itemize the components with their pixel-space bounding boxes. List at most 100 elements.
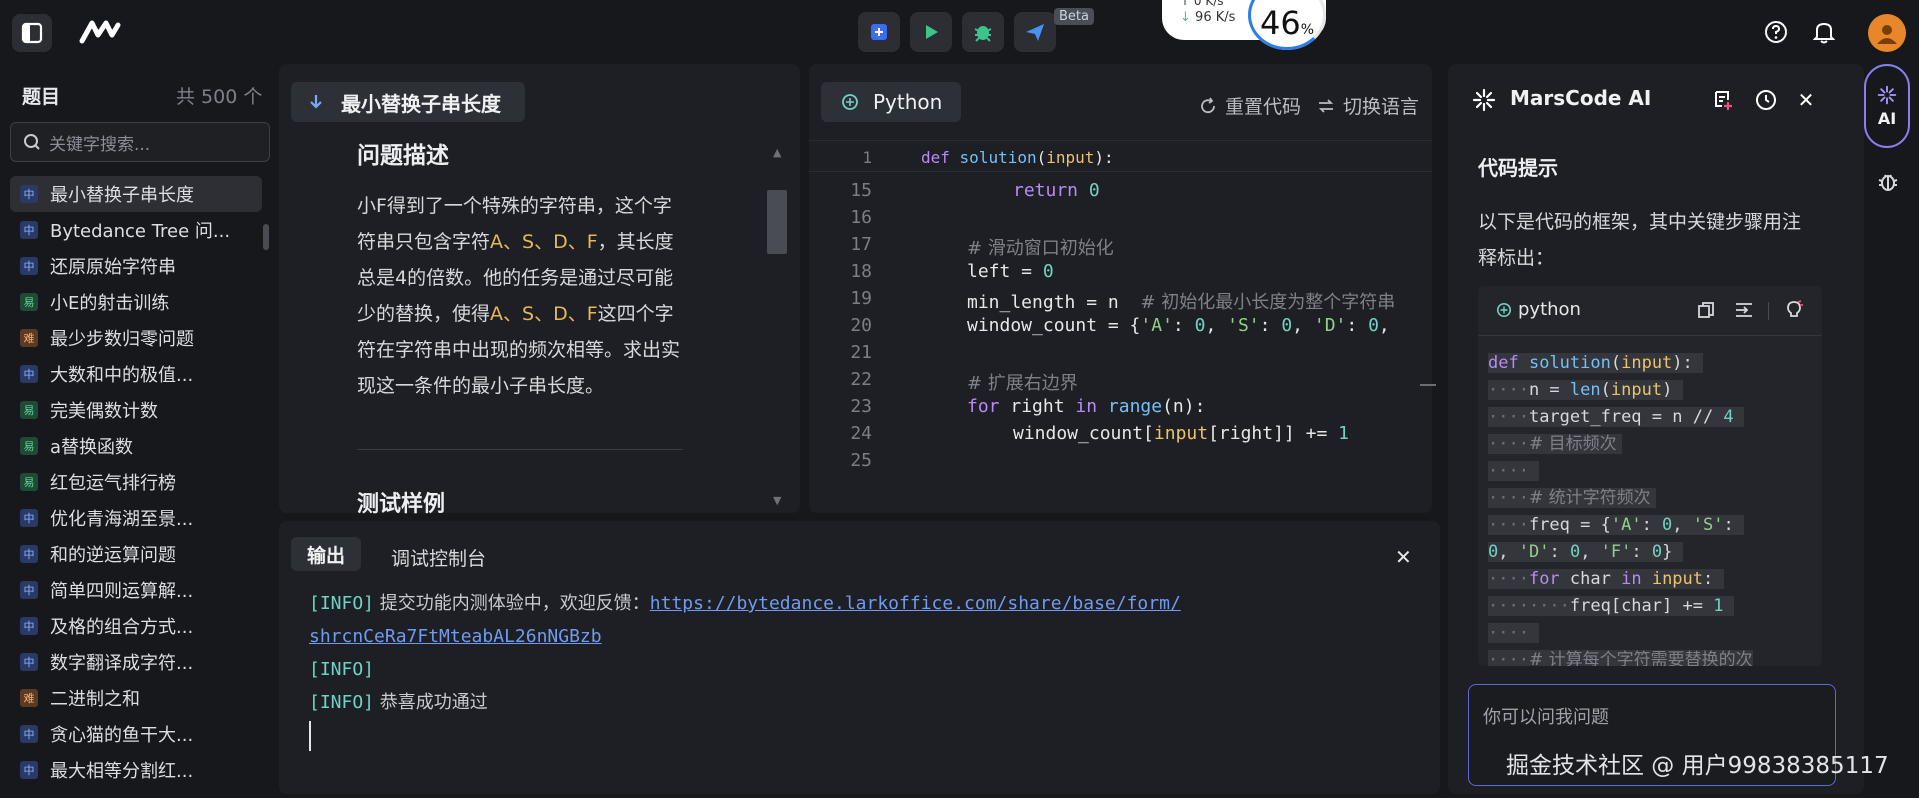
help-button[interactable] — [1762, 18, 1790, 46]
user-avatar[interactable] — [1868, 14, 1906, 52]
sidebar-item[interactable]: 易小E的射击训练 — [10, 284, 262, 320]
run-button[interactable] — [910, 12, 952, 52]
sidebar-item[interactable]: 中最大相等分割红... — [10, 752, 262, 788]
console-line: [INFO] 恭喜成功通过 — [309, 686, 1181, 719]
sidebar-item[interactable]: 易完美偶数计数 — [10, 392, 262, 428]
difficulty-badge: 中 — [20, 761, 38, 779]
line-number: 19 — [850, 288, 872, 309]
ai-assistant-panel: MarsCode AI ✕ 代码提示 以下是代码的框架，其中关键步骤用注释标出：… — [1448, 64, 1864, 794]
sidebar-item[interactable]: 易 a替换函数 — [10, 428, 262, 464]
ai-rail-button[interactable]: AI — [1864, 64, 1910, 148]
sidebar-item[interactable]: 中数字翻译成字符... — [10, 644, 262, 680]
sidebar-item[interactable]: 中优化青海湖至景... — [10, 500, 262, 536]
code-line[interactable]: 22 # 扩展右边界 — [809, 369, 1432, 397]
switch-language-button[interactable]: 切换语言 — [1317, 92, 1419, 119]
code-line[interactable]: 16 — [809, 207, 1432, 235]
console-input-line[interactable] — [309, 719, 1181, 752]
rail-debug-button[interactable] — [1874, 168, 1902, 196]
close-ai-panel-icon[interactable]: ✕ — [1792, 86, 1820, 114]
sidebar-item[interactable]: 中最小替换子串长度 — [10, 176, 262, 212]
code-line[interactable]: 15 return 0 — [809, 180, 1432, 208]
sidebar-item[interactable]: 难二进制之和 — [10, 680, 262, 716]
console-message: 提交功能内测体验中，欢迎反馈： — [379, 593, 650, 614]
code-line[interactable]: 24 window_count[input[right]] += 1 — [809, 423, 1432, 451]
difficulty-badge: 难 — [20, 689, 38, 707]
line-number: 18 — [850, 261, 872, 282]
problem-scrollbar[interactable] — [767, 190, 787, 254]
new-chat-icon — [1715, 91, 1732, 110]
tab-debug-console[interactable]: 调试控制台 — [391, 544, 486, 571]
difficulty-badge: 中 — [20, 725, 38, 743]
sidebar-item[interactable]: 中还原原始字符串 — [10, 248, 262, 284]
problem-list: 中最小替换子串长度中 Bytedance Tree 问... 中还原原始字符串易小E… — [10, 176, 262, 788]
code-line[interactable]: 18 left = 0 — [809, 261, 1432, 289]
sidebar-item-label: 和的逆运算问题 — [50, 545, 176, 566]
lightbulb-icon — [1787, 300, 1803, 317]
scroll-up-icon[interactable]: ▲ — [773, 146, 781, 159]
watermark: 掘金技术社区 @ 用户9983838511​7 — [1506, 753, 1889, 779]
reset-code-button[interactable]: 重置代码 — [1199, 92, 1301, 119]
sidebar-item[interactable]: 易红包运气排行榜 — [10, 464, 262, 500]
sidebar-item-label: 及格的组合方式... — [50, 617, 194, 638]
sidebar-item[interactable]: 中大数和中的极值... — [10, 356, 262, 392]
line-number: 22 — [850, 369, 872, 390]
code-text: window_count = {'A': 0, 'S': 0, 'D': 0, — [967, 315, 1390, 336]
submit-button[interactable] — [858, 12, 900, 52]
info-tag: [INFO] — [309, 593, 375, 614]
code-line[interactable]: 25 — [809, 450, 1432, 478]
search-input[interactable]: 关键字搜索... — [10, 122, 270, 162]
sidebar-item-label: 二进制之和 — [50, 689, 140, 710]
help-icon — [1765, 21, 1787, 43]
ai-input-placeholder: 你可以问我问题 — [1483, 707, 1609, 728]
code-line[interactable]: 20 window_count = {'A': 0, 'S': 0, 'D': 0… — [809, 315, 1432, 343]
sidebar-item-label: a替换函数 — [50, 437, 134, 458]
code-line[interactable]: 23 for right in range(n): — [809, 396, 1432, 424]
sidebar-item[interactable]: 中贪心猫的鱼干大... — [10, 716, 262, 752]
search-icon — [24, 134, 40, 150]
code-line[interactable]: 21 — [809, 342, 1432, 370]
sidebar-item-label: 贪心猫的鱼干大... — [50, 725, 194, 746]
sidebar-toggle-icon — [21, 22, 43, 44]
line-number: 25 — [850, 450, 872, 471]
copy-code-button[interactable] — [1694, 298, 1718, 322]
marscode-logo[interactable] — [78, 17, 124, 47]
history-button[interactable] — [1752, 86, 1780, 114]
toolbar-separator — [1768, 302, 1769, 320]
close-icon[interactable]: ✕ — [1395, 545, 1412, 569]
code-line[interactable]: 19 min_length = n # 初始化最小长度为整个字符串 — [809, 288, 1432, 316]
line-number: 20 — [850, 315, 872, 336]
code-line[interactable]: 17 # 滑动窗口初始化 — [809, 234, 1432, 262]
sidebar-item[interactable]: 中及格的组合方式... — [10, 608, 262, 644]
explain-code-button[interactable] — [1782, 298, 1806, 322]
line-number: 1 — [862, 148, 872, 167]
sidebar-item-label: 最少步数归零问题 — [50, 329, 194, 350]
sidebar-item-label: 完美偶数计数 — [50, 401, 158, 422]
language-label: Python — [873, 90, 943, 114]
notification-button[interactable] — [1810, 18, 1838, 46]
feedback-link[interactable]: https://bytedance.larkoffice.com/share/b… — [650, 593, 1181, 614]
sidebar-scrollbar[interactable] — [263, 224, 269, 250]
sidebar-title: 题目 — [22, 86, 61, 108]
sidebar-item[interactable]: 中简单四则运算解... — [10, 572, 262, 608]
download-speed: ↓ 96 K/s — [1180, 10, 1236, 25]
sidebar-item[interactable]: 中和的逆运算问题 — [10, 536, 262, 572]
language-tab[interactable]: Python — [821, 82, 961, 122]
insert-code-button[interactable] — [1732, 298, 1756, 322]
scroll-down-icon[interactable]: ▼ — [773, 494, 781, 507]
sticky-scroll-line[interactable]: 1 def solution(input): — [809, 144, 1432, 172]
debug-button[interactable] — [962, 12, 1004, 52]
new-chat-button[interactable] — [1710, 86, 1738, 114]
text-cursor — [309, 721, 311, 751]
deploy-button[interactable] — [1014, 12, 1056, 52]
difficulty-badge: 易 — [20, 473, 38, 491]
feedback-link-cont[interactable]: shrcnCeRa7FtMteabAL26nNGBzb — [309, 626, 602, 647]
line-number: 21 — [850, 342, 872, 363]
sidebar-item[interactable]: 难最少步数归零问题 — [10, 320, 262, 356]
problem-count: 共 500 个 — [176, 86, 263, 108]
sidebar-item[interactable]: 中 Bytedance Tree 问... — [10, 212, 262, 248]
tab-output[interactable]: 输出 — [291, 537, 361, 571]
difficulty-badge: 中 — [20, 185, 38, 203]
problem-title-tab[interactable]: 最小替换子串长度 — [291, 82, 525, 122]
sidebar-toggle-button[interactable] — [12, 14, 52, 52]
sidebar-item-label: 大数和中的极值... — [50, 365, 194, 386]
